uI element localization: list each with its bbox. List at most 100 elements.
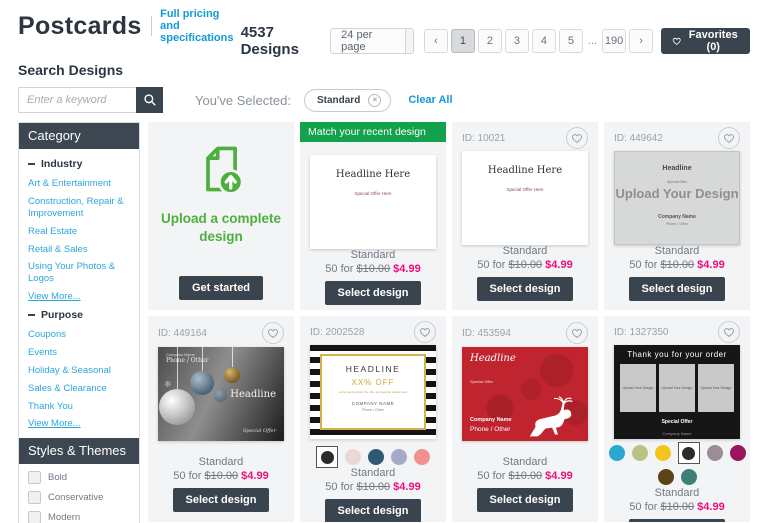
design-preview[interactable]: Headline Here Special Offer Here xyxy=(462,151,588,245)
page-ellipsis: ... xyxy=(587,35,598,47)
get-started-button[interactable]: Get started xyxy=(178,276,264,300)
silver-ornament xyxy=(159,389,195,425)
heart-icon xyxy=(268,329,278,338)
favorite-heart-button[interactable] xyxy=(566,322,588,344)
sidebar-item-thank-you[interactable]: Thank You xyxy=(28,401,130,413)
checkbox-icon[interactable] xyxy=(28,511,41,523)
select-design-button[interactable]: Select design xyxy=(628,277,726,301)
old-price: $10.00 xyxy=(204,470,239,482)
sidebar-item-retail-sales[interactable]: Retail & Sales xyxy=(28,244,130,256)
checkbox-icon[interactable] xyxy=(28,471,41,485)
page-button-2[interactable]: 2 xyxy=(477,29,502,53)
purpose-view-more[interactable]: View More... xyxy=(28,418,130,430)
pricing-specs-link[interactable]: Full pricing and specifications xyxy=(160,8,240,44)
design-preview[interactable]: Company Name Phone / Other ❄ Headline Sp… xyxy=(158,347,284,441)
purpose-group-toggle[interactable]: Purpose xyxy=(28,309,130,321)
color-swatch[interactable] xyxy=(706,445,723,461)
color-swatch[interactable] xyxy=(320,450,334,464)
industry-view-more[interactable]: View More... xyxy=(28,291,130,303)
favorite-heart-button[interactable] xyxy=(414,321,436,343)
tier-label: Standard xyxy=(350,249,396,261)
color-swatches xyxy=(316,446,430,468)
color-swatch[interactable] xyxy=(391,449,407,465)
price-line: 50 for $10.00 $4.99 xyxy=(629,501,725,513)
swatch-selected-box[interactable] xyxy=(677,442,700,464)
favorite-heart-button[interactable] xyxy=(262,322,284,344)
sidebar-item-construction[interactable]: Construction, Repair & Improvement xyxy=(28,196,130,220)
sidebar-item-holiday-seasonal[interactable]: Holiday & Seasonal xyxy=(28,365,130,377)
favorite-heart-button[interactable] xyxy=(566,127,588,149)
sidebar-item-real-estate[interactable]: Real Estate xyxy=(28,226,130,238)
design-preview[interactable]: Headline Special Offer Company Name Phon… xyxy=(462,347,588,441)
color-swatch[interactable] xyxy=(682,446,695,460)
gold-frame-panel: HEADLINE XX% OFF some words about the of… xyxy=(320,354,426,430)
color-swatch[interactable] xyxy=(368,449,384,465)
select-design-button[interactable]: Select design xyxy=(628,519,726,522)
design-card-453594: ID: 453594 Headline Special Offer Compan… xyxy=(452,316,598,522)
old-price: $10.00 xyxy=(508,470,543,482)
design-preview[interactable]: Headline Here Special Offer Here xyxy=(310,155,436,249)
page-button-5[interactable]: 5 xyxy=(558,29,583,53)
sidebar-item-sales-clearance[interactable]: Sales & Clearance xyxy=(28,383,130,395)
select-design-button[interactable]: Select design xyxy=(476,277,574,301)
sale-price: $4.99 xyxy=(241,470,269,482)
sidebar-item-photos-logos[interactable]: Using Your Photos & Logos xyxy=(28,261,130,285)
favorite-heart-button[interactable] xyxy=(718,321,740,343)
sidebar-item-events[interactable]: Events xyxy=(28,347,130,359)
favorites-button[interactable]: Favorites (0) xyxy=(661,28,750,54)
color-swatch[interactable] xyxy=(608,445,625,461)
ornament-string xyxy=(232,347,233,369)
industry-group-toggle[interactable]: Industry xyxy=(28,158,130,170)
color-swatch[interactable] xyxy=(657,469,674,485)
per-page-select[interactable]: 24 per page xyxy=(330,28,414,54)
sidebar-item-coupons[interactable]: Coupons xyxy=(28,329,130,341)
designs-count: 4537 Designs xyxy=(240,24,299,58)
design-preview[interactable]: Thank you for your order Upload Your Des… xyxy=(614,345,740,439)
checkbox-icon[interactable] xyxy=(28,491,41,505)
swatch-selected-box[interactable] xyxy=(316,446,338,468)
prev-page-button[interactable]: ‹ xyxy=(423,29,448,53)
selected-label: You've Selected: xyxy=(195,92,291,108)
style-filter-bold[interactable]: Bold xyxy=(28,471,130,485)
styles-themes-header: Styles & Themes xyxy=(19,438,139,465)
design-preview[interactable]: Headline Special Offer Upload Your Desig… xyxy=(614,151,740,245)
filter-chip-standard[interactable]: Standard ✕ xyxy=(303,88,392,112)
next-page-button[interactable]: › xyxy=(629,29,654,53)
price-line: 50 for $10.00 $4.99 xyxy=(173,470,269,482)
reindeer-icon xyxy=(529,396,573,437)
price-line: 50 for $10.00 $4.99 xyxy=(325,263,421,275)
tier-label: Standard xyxy=(654,487,700,499)
style-filter-conservative[interactable]: Conservative xyxy=(28,491,130,505)
design-preview[interactable]: HEADLINE XX% OFF some words about the of… xyxy=(310,345,436,439)
select-design-button[interactable]: Select design xyxy=(324,499,422,522)
old-price: $10.00 xyxy=(508,259,543,271)
color-swatch[interactable] xyxy=(680,469,697,485)
color-swatch[interactable] xyxy=(345,449,361,465)
select-design-button[interactable]: Select design xyxy=(476,488,574,512)
design-card-match: Match your recent design Headline Here S… xyxy=(300,122,446,310)
design-id: ID: 453594 xyxy=(462,327,511,339)
select-design-button[interactable]: Select design xyxy=(324,281,422,305)
page-button-3[interactable]: 3 xyxy=(504,29,529,53)
tier-label: Standard xyxy=(502,245,548,257)
color-swatches xyxy=(608,442,746,464)
remove-chip-icon[interactable]: ✕ xyxy=(368,93,382,107)
heart-icon xyxy=(672,37,681,45)
page-button-4[interactable]: 4 xyxy=(531,29,556,53)
color-swatch[interactable] xyxy=(729,445,746,461)
price-line: 50 for $10.00 $4.99 xyxy=(477,259,573,271)
style-filter-modern[interactable]: Modern xyxy=(28,511,130,523)
favorite-heart-button[interactable] xyxy=(718,127,740,149)
select-design-button[interactable]: Select design xyxy=(172,488,270,512)
color-swatch[interactable] xyxy=(631,445,648,461)
clear-all-link[interactable]: Clear All xyxy=(408,94,452,106)
search-button[interactable] xyxy=(136,87,163,113)
old-price: $10.00 xyxy=(660,259,695,271)
sidebar-item-art-entertainment[interactable]: Art & Entertainment xyxy=(28,178,130,190)
color-swatch[interactable] xyxy=(654,445,671,461)
page-button-1[interactable]: 1 xyxy=(450,29,475,53)
search-input[interactable] xyxy=(18,87,136,113)
color-swatch[interactable] xyxy=(414,449,430,465)
page-button-last[interactable]: 190 xyxy=(602,29,627,53)
title-divider xyxy=(150,16,152,36)
